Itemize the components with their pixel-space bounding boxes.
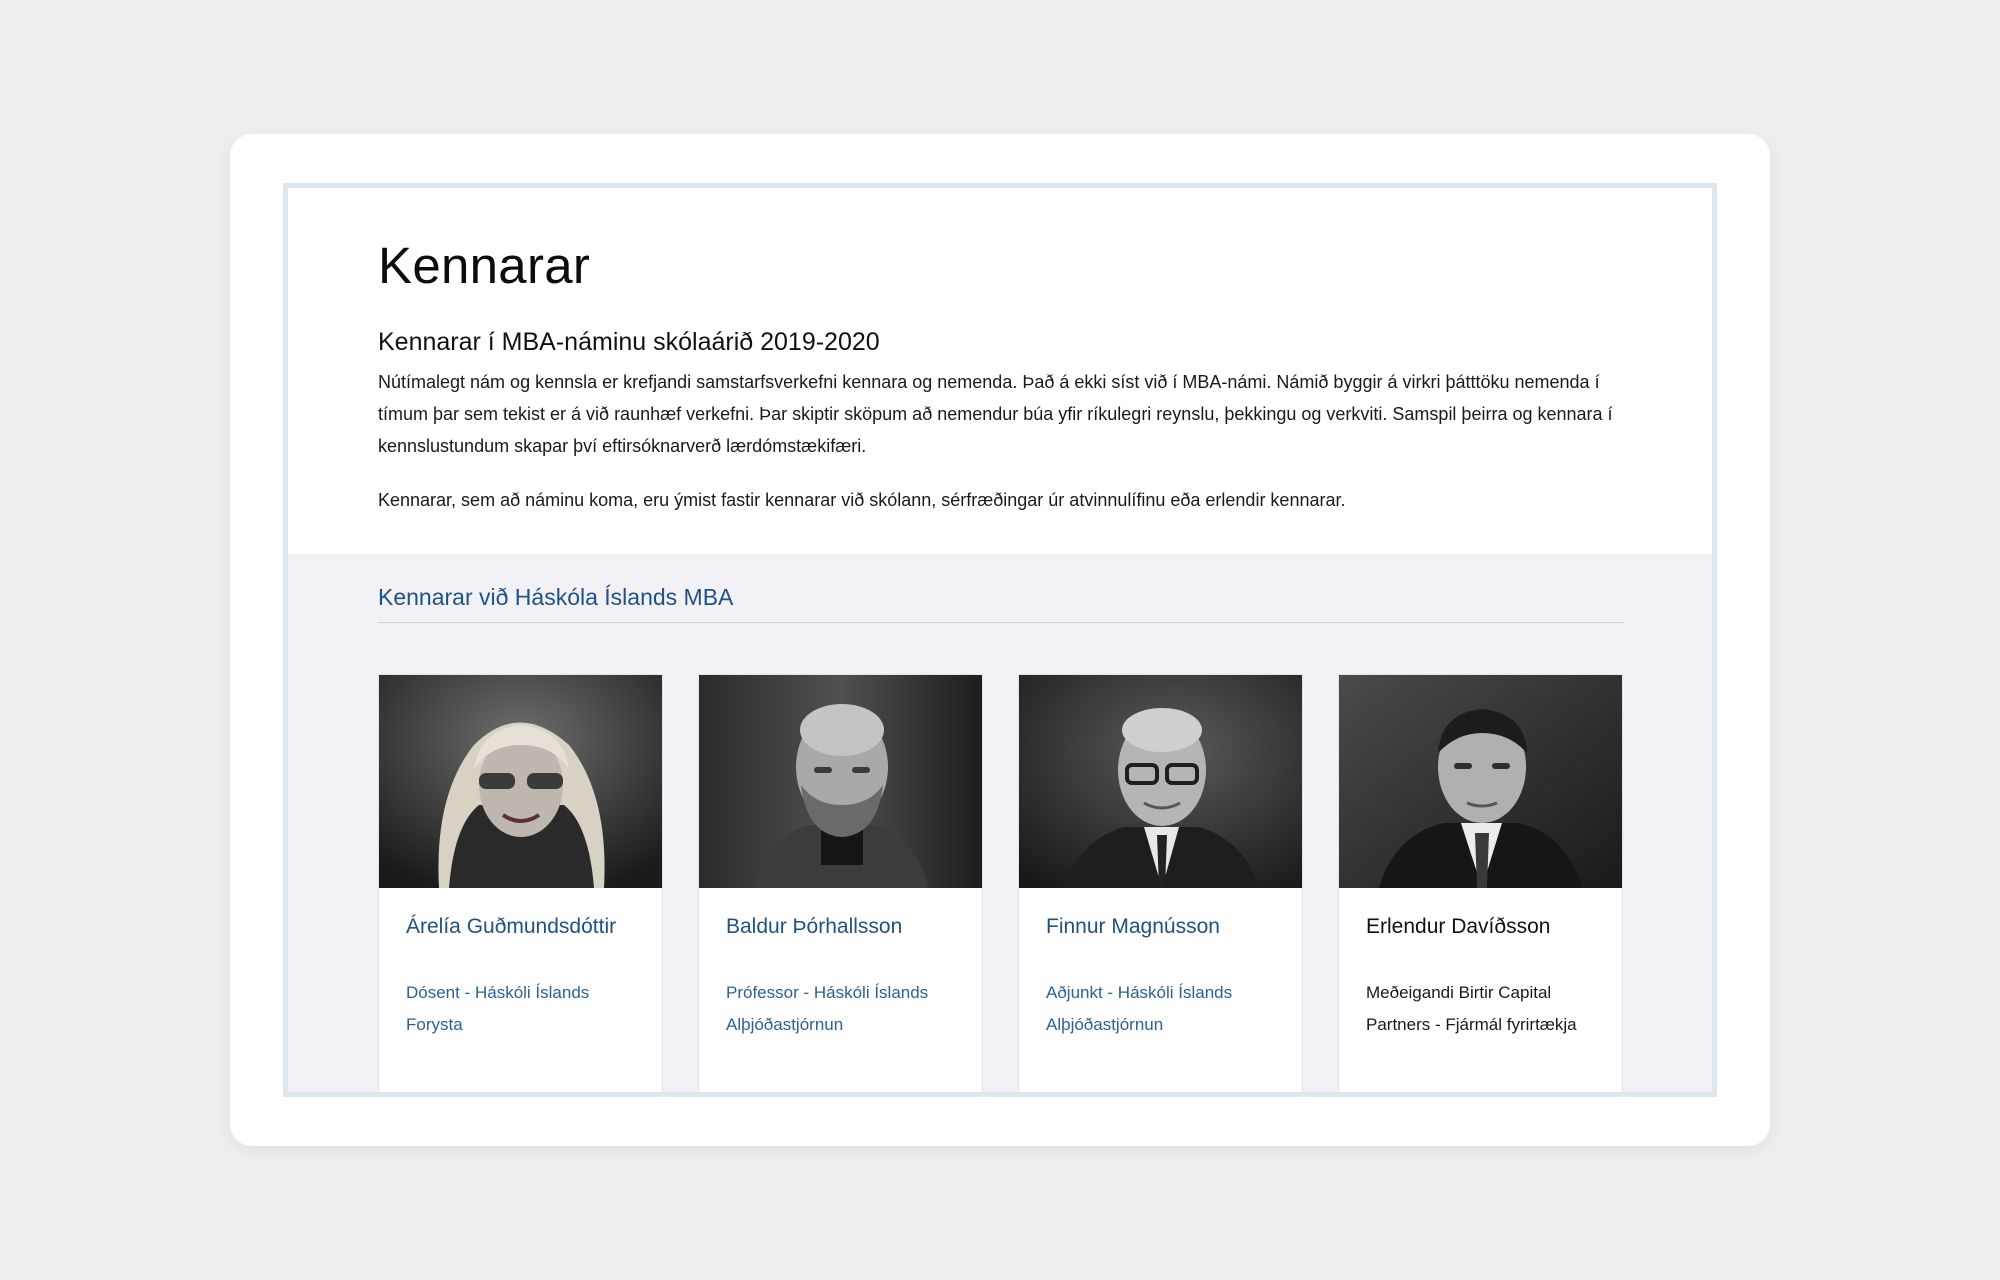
portrait-photo-graphic <box>379 675 662 888</box>
faculty-card[interactable]: Erlendur Davíðsson Meðeigandi Birtir Cap… <box>1338 674 1623 1092</box>
faculty-card[interactable]: Baldur Þórhallsson Prófessor - Háskóli Í… <box>698 674 983 1092</box>
faculty-name[interactable]: Baldur Þórhallsson <box>726 915 902 939</box>
faculty-role-line: Prófessor - Háskóli Íslands <box>726 983 929 1002</box>
faculty-role-line: Alþjóðastjórnun <box>1046 1015 1164 1034</box>
portrait-photo-graphic <box>1019 675 1302 888</box>
faculty-name[interactable]: Árelía Guðmundsdóttir <box>406 915 616 939</box>
portrait-photo[interactable] <box>379 675 662 888</box>
faculty-section: Kennarar við Háskóla Íslands MBA Árelía … <box>288 554 1712 1092</box>
page-subtitle: Kennarar í MBA-náminu skólaárið 2019-202… <box>378 328 880 356</box>
faculty-card[interactable]: Árelía Guðmundsdóttir Dósent - Háskóli Í… <box>378 674 663 1092</box>
page-card: Kennarar Kennarar í MBA-náminu skólaárið… <box>230 134 1770 1146</box>
page-title: Kennarar <box>378 237 591 294</box>
faculty-role-line: Dósent - Háskóli Íslands <box>406 983 590 1002</box>
portrait-photo[interactable] <box>1019 675 1302 888</box>
faculty-role: Meðeigandi Birtir Capital Partners - Fjá… <box>1366 977 1611 1041</box>
faculty-role: Dósent - Háskóli Íslands Forysta <box>406 977 651 1041</box>
intro-paragraph: Nútímalegt nám og kennsla er krefjandi s… <box>378 372 1613 456</box>
portrait-photo-graphic <box>1339 675 1622 888</box>
faculty-role: Aðjunkt - Háskóli Íslands Alþjóðastjórnu… <box>1046 977 1291 1041</box>
faculty-name[interactable]: Finnur Magnússon <box>1046 915 1220 939</box>
intro-section: Kennarar Kennarar í MBA-náminu skólaárið… <box>288 188 1712 554</box>
portrait-photo[interactable] <box>1339 675 1622 888</box>
faculty-role: Prófessor - Háskóli Íslands Alþjóðastjór… <box>726 977 971 1041</box>
faculty-name[interactable]: Erlendur Davíðsson <box>1366 915 1550 939</box>
faculty-role-line: Forysta <box>406 1015 463 1034</box>
intro-paragraph: Kennarar, sem að náminu koma, eru ýmist … <box>378 490 1346 510</box>
portrait-photo-graphic <box>699 675 982 888</box>
faculty-role-line: Alþjóðastjórnun <box>726 1015 844 1034</box>
content-frame: Kennarar Kennarar í MBA-náminu skólaárið… <box>283 183 1717 1097</box>
faculty-card[interactable]: Finnur Magnússon Aðjunkt - Háskóli Íslan… <box>1018 674 1303 1092</box>
faculty-grid: Árelía Guðmundsdóttir Dósent - Háskóli Í… <box>378 674 1624 1092</box>
section-heading: Kennarar við Háskóla Íslands MBA <box>378 584 734 610</box>
faculty-role-line: Meðeigandi Birtir Capital Partners - Fjá… <box>1366 983 1577 1034</box>
portrait-photo[interactable] <box>699 675 982 888</box>
section-divider <box>378 622 1624 623</box>
faculty-role-line: Aðjunkt - Háskóli Íslands <box>1046 983 1233 1002</box>
